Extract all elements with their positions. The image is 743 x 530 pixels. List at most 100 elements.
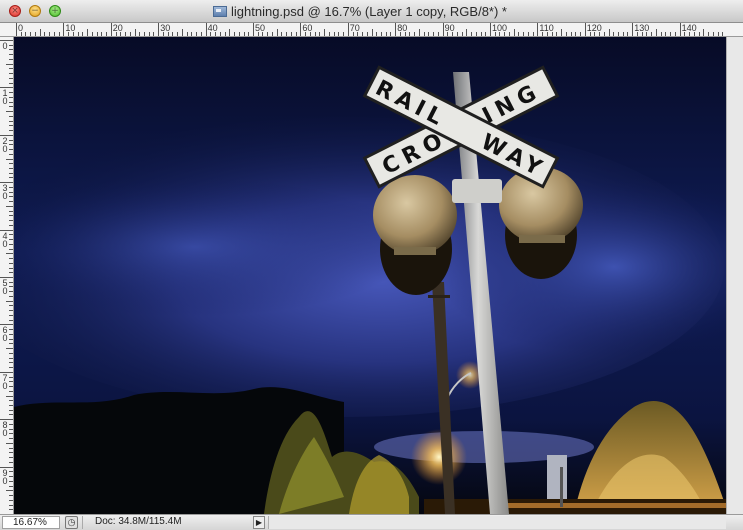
ruler-minor-tick bbox=[366, 32, 368, 36]
ruler-minor-tick bbox=[9, 390, 13, 392]
ruler-label: 60 bbox=[302, 23, 313, 33]
ruler-label: 70 bbox=[349, 23, 360, 33]
ruler-minor-tick bbox=[9, 476, 13, 478]
ruler-minor-tick bbox=[594, 32, 596, 36]
ruler-minor-tick bbox=[617, 32, 619, 36]
ruler-major-tick bbox=[16, 23, 17, 36]
ruler-minor-tick bbox=[409, 32, 411, 36]
ruler-minor-tick bbox=[49, 32, 51, 36]
ruler-major-tick bbox=[442, 23, 444, 36]
ruler-minor-tick bbox=[9, 196, 13, 198]
ruler-minor-tick bbox=[229, 29, 231, 36]
clock-icon[interactable]: ◷ bbox=[65, 516, 78, 529]
vertical-scrollbar[interactable] bbox=[726, 37, 743, 514]
ruler-minor-tick bbox=[437, 32, 439, 36]
ruler-minor-tick bbox=[68, 32, 70, 36]
ruler-minor-tick bbox=[262, 32, 264, 36]
zoom-icon: + bbox=[51, 6, 59, 16]
ruler-minor-tick bbox=[362, 32, 364, 36]
ruler-minor-tick bbox=[9, 329, 13, 331]
ruler-minor-tick bbox=[646, 32, 648, 36]
ruler-label: 1 0 bbox=[2, 88, 8, 107]
ruler-minor-tick bbox=[570, 32, 572, 36]
minimize-button[interactable]: − bbox=[29, 5, 41, 17]
ruler-minor-tick bbox=[9, 224, 13, 226]
ruler-minor-tick bbox=[423, 32, 425, 36]
ruler-label: 10 bbox=[65, 23, 76, 33]
ruler-minor-tick bbox=[9, 243, 13, 245]
ruler-minor-tick bbox=[636, 32, 638, 36]
ruler-minor-tick bbox=[485, 32, 487, 36]
ruler-minor-tick bbox=[343, 32, 345, 36]
ruler-minor-tick bbox=[703, 29, 705, 36]
horizontal-ruler[interactable]: 0 10 20 30 40 50 60 70 80 90 100 110 120 130 140 bbox=[0, 23, 743, 37]
ruler-minor-tick bbox=[9, 343, 13, 345]
zoom-field[interactable]: 16.67% bbox=[2, 516, 60, 529]
ruler-minor-tick bbox=[471, 32, 473, 36]
window-title: lightning.psd @ 16.7% (Layer 1 copy, RGB… bbox=[231, 4, 507, 19]
ruler-minor-tick bbox=[271, 32, 273, 36]
ruler-minor-tick bbox=[6, 158, 13, 160]
ruler-minor-tick bbox=[210, 32, 212, 36]
ruler-minor-tick bbox=[499, 32, 501, 36]
ruler-minor-tick bbox=[9, 499, 13, 501]
ruler-minor-tick bbox=[9, 438, 13, 440]
ruler-minor-tick bbox=[9, 130, 13, 132]
ruler-minor-tick bbox=[309, 32, 311, 36]
ruler-label: 0 bbox=[2, 41, 8, 51]
ruler-minor-tick bbox=[6, 348, 13, 350]
ruler-label: 3 0 bbox=[2, 183, 8, 202]
horizontal-scrollbar[interactable] bbox=[268, 516, 726, 529]
ruler-minor-tick bbox=[87, 29, 89, 36]
ruler-minor-tick bbox=[9, 352, 13, 354]
ruler-minor-tick bbox=[338, 32, 340, 36]
ruler-minor-tick bbox=[418, 29, 420, 36]
ruler-minor-tick bbox=[641, 32, 643, 36]
zoom-button[interactable]: + bbox=[49, 5, 61, 17]
title-bar: × − + lightning.psd @ 16.7% (Layer 1 cop… bbox=[0, 0, 743, 23]
ruler-minor-tick bbox=[452, 32, 454, 36]
ruler-minor-tick bbox=[172, 32, 174, 36]
ruler-minor-tick bbox=[9, 433, 13, 435]
ruler-minor-tick bbox=[608, 29, 610, 36]
ruler-minor-tick bbox=[9, 58, 13, 60]
ruler-minor-tick bbox=[9, 139, 13, 141]
ruler-label: 40 bbox=[207, 23, 218, 33]
ruler-minor-tick bbox=[333, 32, 335, 36]
ruler-minor-tick bbox=[580, 32, 582, 36]
ruler-minor-tick bbox=[9, 333, 13, 335]
ruler-minor-tick bbox=[267, 32, 269, 36]
ruler-minor-tick bbox=[380, 32, 382, 36]
ruler-minor-tick bbox=[9, 210, 13, 212]
ruler-minor-tick bbox=[9, 381, 13, 383]
ruler-minor-tick bbox=[6, 111, 13, 113]
ruler-major-tick bbox=[347, 23, 349, 36]
ruler-minor-tick bbox=[693, 32, 695, 36]
ruler-minor-tick bbox=[82, 32, 84, 36]
ruler-minor-tick bbox=[9, 286, 13, 288]
ruler-minor-tick bbox=[129, 32, 131, 36]
close-button[interactable]: × bbox=[9, 5, 21, 17]
image-canvas[interactable]: CROSSING RAIL WAY bbox=[14, 37, 726, 514]
play-arrow-icon[interactable]: ▶ bbox=[253, 516, 265, 529]
ruler-major-tick bbox=[300, 23, 302, 36]
ruler-minor-tick bbox=[9, 485, 13, 487]
ruler-minor-tick bbox=[9, 314, 13, 316]
ruler-minor-tick bbox=[20, 32, 22, 36]
ruler-minor-tick bbox=[153, 32, 155, 36]
ruler-minor-tick bbox=[290, 32, 292, 36]
ruler-label: 7 0 bbox=[2, 372, 8, 391]
ruler-minor-tick bbox=[546, 32, 548, 36]
ruler-major-tick bbox=[632, 23, 634, 36]
ruler-minor-tick bbox=[385, 32, 387, 36]
ruler-minor-tick bbox=[9, 191, 13, 193]
ruler-minor-tick bbox=[508, 32, 510, 36]
ruler-label: 50 bbox=[255, 23, 266, 33]
ruler-major-tick bbox=[158, 23, 160, 36]
ruler-minor-tick bbox=[148, 32, 150, 36]
ruler-minor-tick bbox=[9, 305, 13, 307]
ruler-minor-tick bbox=[139, 32, 141, 36]
ruler-minor-tick bbox=[34, 32, 36, 36]
ruler-minor-tick bbox=[684, 32, 686, 36]
vertical-ruler[interactable]: 0 1 0 2 0 3 0 4 0 5 0 6 0 7 0 8 0 9 0 bbox=[0, 37, 14, 514]
